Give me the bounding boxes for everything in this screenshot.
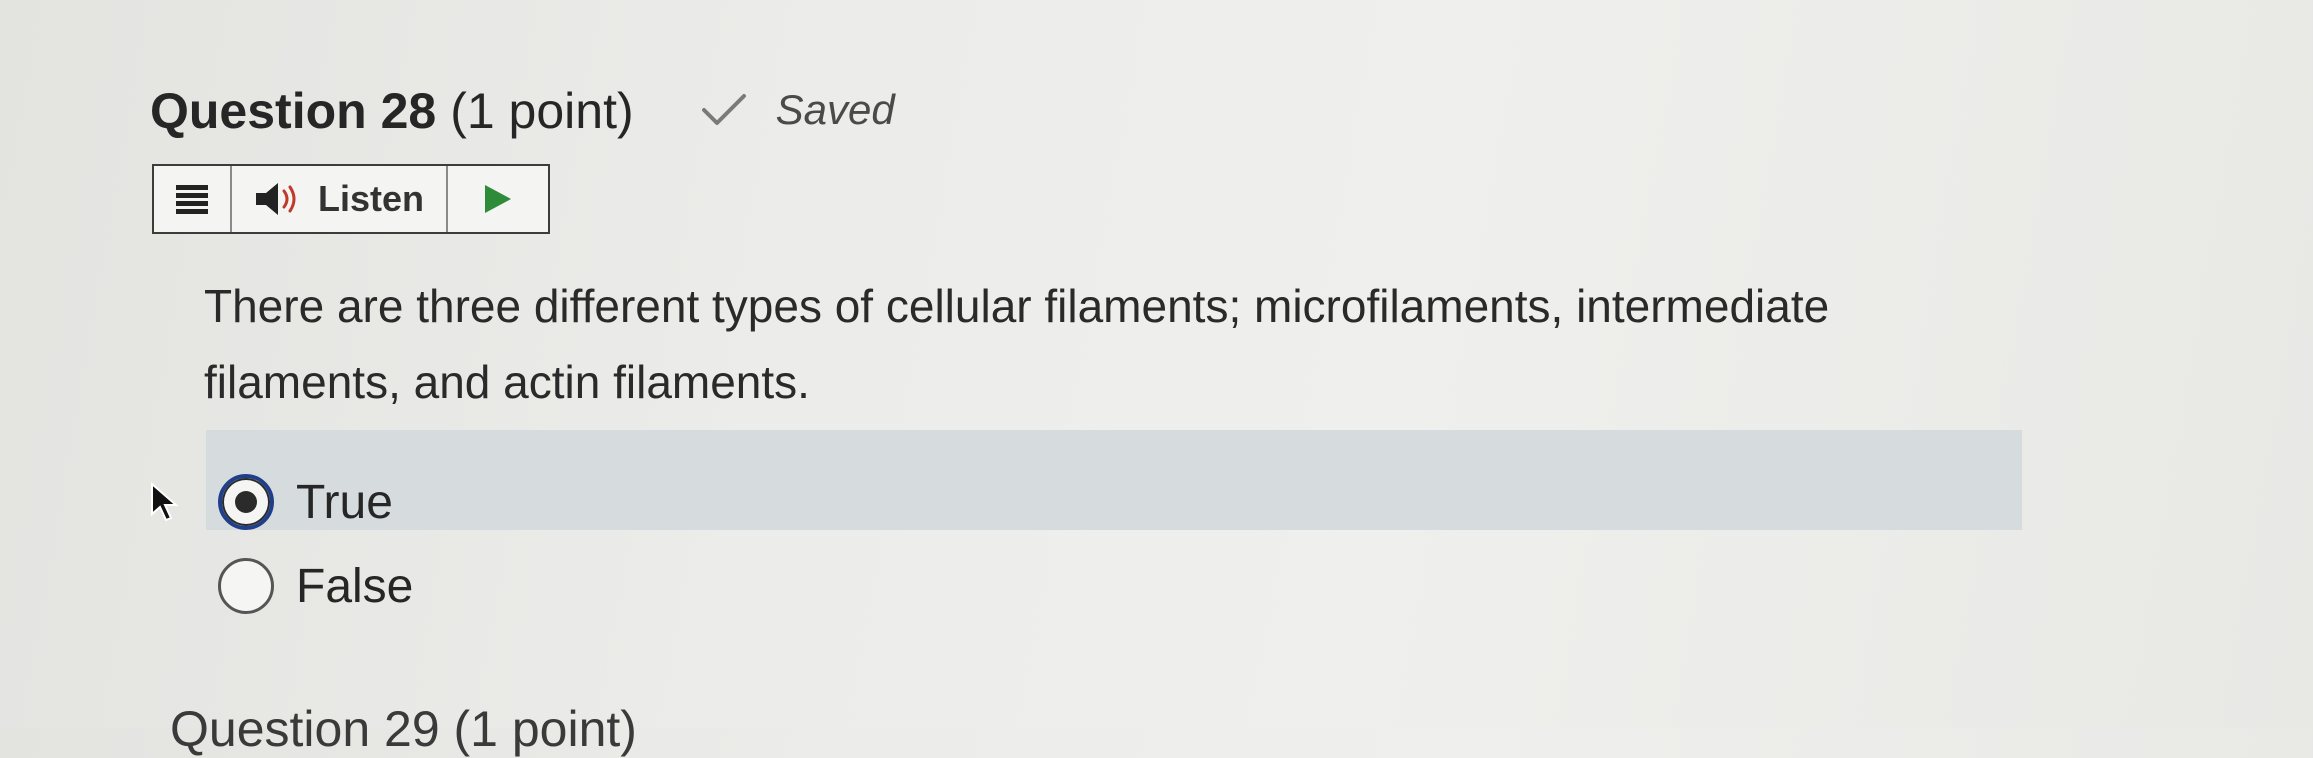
saved-label: Saved xyxy=(775,86,895,133)
next-question-title: Question 29 (1 point) xyxy=(170,701,637,757)
question-text: There are three different types of cellu… xyxy=(204,280,1830,408)
play-icon xyxy=(485,185,511,213)
option-false-label[interactable]: False xyxy=(296,559,413,614)
listen-button[interactable]: Listen xyxy=(232,166,448,232)
saved-status: Saved xyxy=(700,86,895,134)
menu-icon xyxy=(176,185,208,214)
question-title: Question 28 xyxy=(150,83,437,139)
mouse-cursor-icon xyxy=(151,482,179,522)
radio-true[interactable] xyxy=(218,474,274,530)
quiz-page: Question 28 (1 point) Saved Listen There… xyxy=(0,0,2313,757)
speaker-icon xyxy=(255,183,296,215)
radio-false[interactable] xyxy=(218,558,274,614)
option-true-label[interactable]: True xyxy=(296,475,393,530)
question-points: (1 point) xyxy=(450,83,634,139)
option-false[interactable]: False xyxy=(218,558,413,614)
option-true[interactable]: True xyxy=(218,474,393,530)
selected-option-highlight xyxy=(206,430,2022,530)
listen-label: Listen xyxy=(317,178,424,219)
readspeaker-toolbar: Listen xyxy=(152,164,550,234)
play-button[interactable] xyxy=(448,166,548,232)
checkmark-icon xyxy=(701,94,746,125)
toolbar-menu-button[interactable] xyxy=(154,166,232,232)
question-header: Question 28 (1 point) Saved xyxy=(150,82,895,140)
